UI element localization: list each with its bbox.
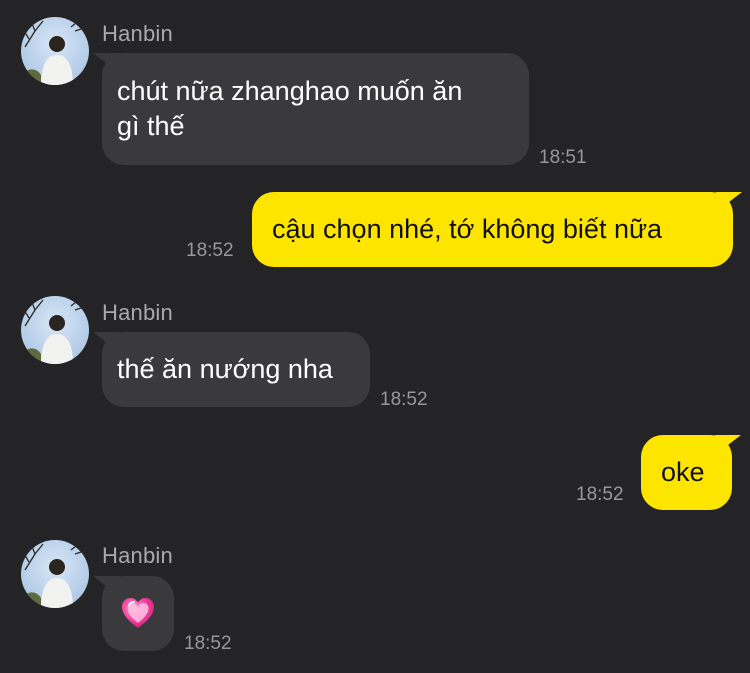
incoming-message-bubble[interactable]: thế ăn nướng nha	[102, 332, 370, 407]
message-text: cậu chọn nhé, tớ không biết nữa	[272, 214, 663, 244]
message-text: chút nữa zhanghao muốn ăn gì thế	[117, 76, 463, 141]
sender-avatar[interactable]	[21, 540, 89, 608]
message-text: oke	[661, 457, 705, 487]
message-timestamp: 18:51	[539, 147, 587, 168]
outgoing-message-bubble[interactable]: cậu chọn nhé, tớ không biết nữa	[252, 192, 733, 267]
outgoing-message-bubble[interactable]: oke	[641, 435, 732, 510]
sender-avatar[interactable]	[21, 296, 89, 364]
message-timestamp: 18:52	[576, 484, 624, 505]
message-timestamp: 18:52	[380, 389, 428, 410]
sparkling-heart-icon	[120, 596, 156, 630]
incoming-message-bubble[interactable]: chút nữa zhanghao muốn ăn gì thế	[102, 53, 529, 165]
sender-name: Hanbin	[102, 21, 173, 46]
incoming-message-bubble[interactable]	[102, 576, 174, 651]
message-text: thế ăn nướng nha	[117, 354, 333, 384]
message-timestamp: 18:52	[186, 240, 234, 261]
sender-name: Hanbin	[102, 543, 173, 568]
sender-avatar[interactable]	[21, 17, 89, 85]
sender-name: Hanbin	[102, 300, 173, 325]
message-timestamp: 18:52	[184, 633, 232, 654]
